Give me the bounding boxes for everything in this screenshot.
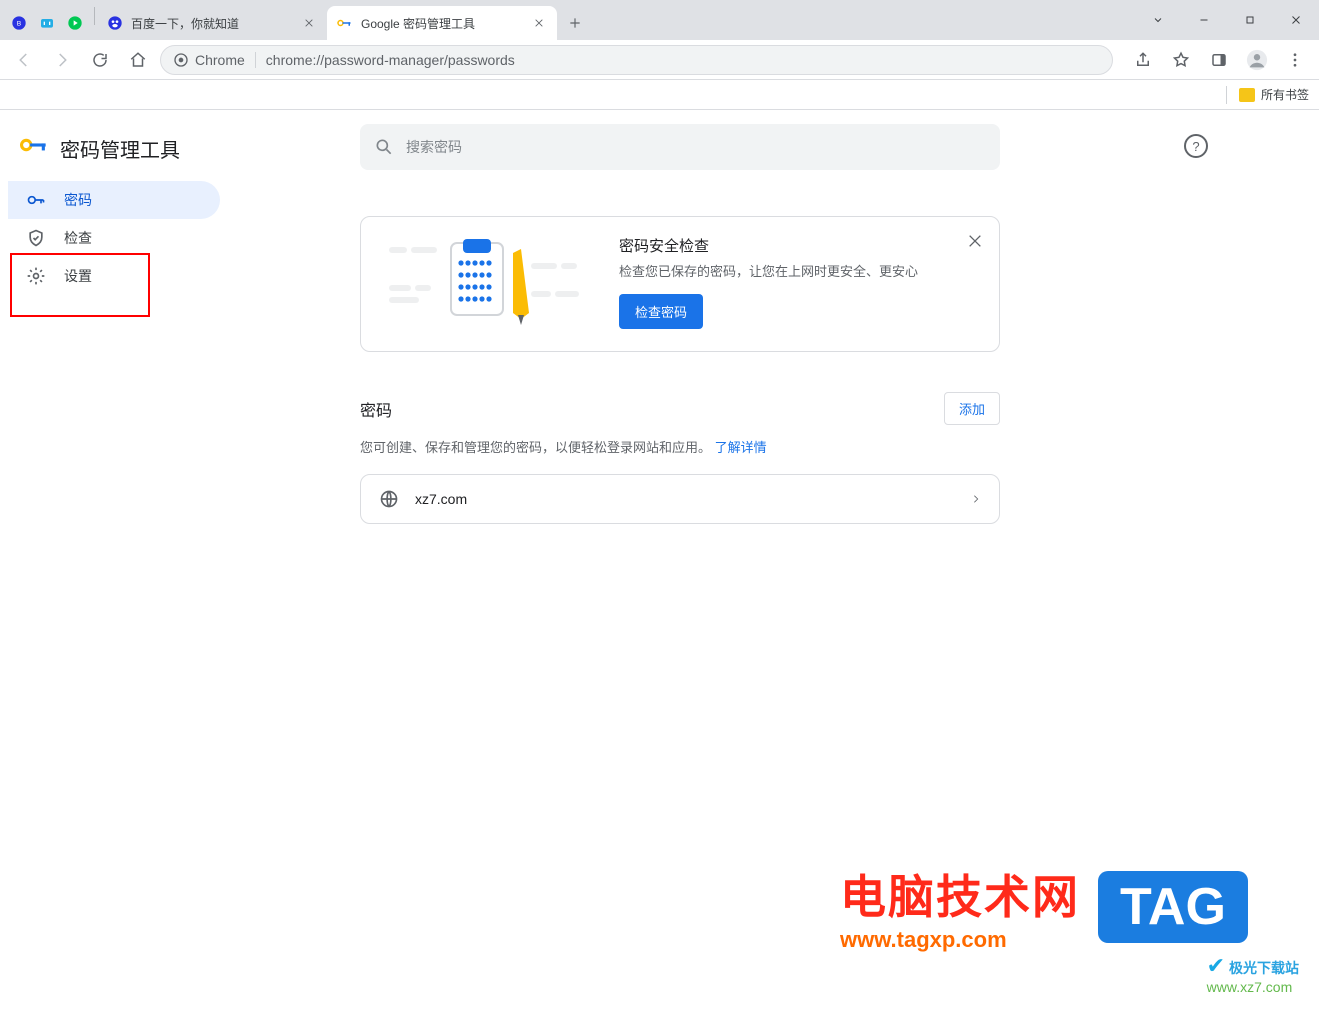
password-row[interactable]: xz7.com [360, 474, 1000, 524]
help-button[interactable]: ? [1184, 134, 1208, 158]
tab-title: 百度一下，你就知道 [131, 15, 293, 32]
app-icon-baidu[interactable]: B [10, 14, 28, 32]
app-icon-bilibili[interactable] [38, 14, 56, 32]
checkup-title: 密码安全检查 [619, 235, 979, 256]
check-passwords-button[interactable]: 检查密码 [619, 294, 703, 329]
address-bar[interactable]: Chrome chrome://password-manager/passwor… [160, 45, 1113, 75]
titlebar-separator [94, 7, 95, 25]
main: ? [260, 110, 1319, 1013]
shield-check-icon [26, 228, 46, 248]
sidebar: 密码管理工具 密码 检查 设置 [0, 110, 260, 1013]
site-info-chip[interactable]: Chrome [173, 52, 245, 68]
window-dropdown-button[interactable] [1135, 4, 1181, 36]
search-wrap: ? [360, 124, 1000, 170]
sidebar-item-label: 密码 [64, 190, 92, 210]
sidebar-item-label: 设置 [64, 266, 92, 286]
watermark-line2: www.tagxp.com [840, 927, 1080, 953]
add-password-button[interactable]: 添加 [944, 392, 1000, 425]
passwords-section-head: 密码 添加 [360, 392, 1000, 425]
watermark-tag: TAG [1098, 871, 1248, 943]
bookmarks-bar: 所有书签 [0, 80, 1319, 110]
password-checkup-card: 密码安全检查 检查您已保存的密码，让您在上网时更安全、更安心 检查密码 [360, 216, 1000, 352]
bookmarks-separator [1226, 86, 1227, 104]
tab-password-manager[interactable]: Google 密码管理工具 [327, 6, 557, 40]
watermark-tagxp: 电脑技术网 www.tagxp.com TAG [840, 861, 1248, 953]
sidebar-item-check[interactable]: 检查 [8, 219, 220, 257]
tab-title: Google 密码管理工具 [361, 15, 523, 32]
tabs: 百度一下，你就知道 Google 密码管理工具 [97, 0, 595, 40]
side-panel-button[interactable] [1203, 44, 1235, 76]
watermark-line1: 电脑技术网 [840, 861, 1080, 927]
card-close-button[interactable] [961, 227, 989, 255]
all-bookmarks-label: 所有书签 [1261, 86, 1309, 103]
sidebar-item-passwords[interactable]: 密码 [8, 181, 220, 219]
key-icon [26, 190, 46, 210]
nav-home-button[interactable] [122, 44, 154, 76]
app-icon-play[interactable] [66, 14, 84, 32]
window-minimize-button[interactable] [1181, 4, 1227, 36]
browser-toolbar: Chrome chrome://password-manager/passwor… [0, 40, 1319, 80]
brand-title: 密码管理工具 [60, 134, 180, 163]
svg-text:B: B [17, 21, 22, 28]
toolbar-actions [1127, 44, 1311, 76]
new-tab-button[interactable] [561, 9, 589, 37]
site-info-label: Chrome [195, 52, 245, 68]
passwords-description: 您可创建、保存和管理您的密码，以便轻松登录网站和应用。 了解详情 [360, 437, 1000, 456]
brand: 密码管理工具 [8, 130, 248, 181]
tab-close-icon[interactable] [301, 15, 317, 31]
nav-forward-button[interactable] [46, 44, 78, 76]
globe-icon [379, 489, 399, 509]
search-input[interactable] [360, 124, 1000, 170]
passwords-desc-text: 您可创建、保存和管理您的密码，以便轻松登录网站和应用。 [360, 440, 711, 455]
chevron-right-icon [971, 494, 981, 504]
profile-button[interactable] [1241, 44, 1273, 76]
page: 密码管理工具 密码 检查 设置 [0, 110, 1319, 1013]
sidebar-item-settings[interactable]: 设置 [8, 257, 220, 295]
window-maximize-button[interactable] [1227, 4, 1273, 36]
omnibox-separator [255, 52, 256, 68]
window-close-button[interactable] [1273, 4, 1319, 36]
tab-close-icon[interactable] [531, 15, 547, 31]
window-controls [1135, 0, 1319, 40]
folder-icon [1239, 88, 1255, 102]
passwords-heading: 密码 [360, 397, 392, 421]
learn-more-link[interactable]: 了解详情 [715, 440, 767, 455]
nav-back-button[interactable] [8, 44, 40, 76]
password-site: xz7.com [415, 491, 955, 507]
baidu-favicon-icon [107, 15, 123, 31]
all-bookmarks-folder[interactable]: 所有书签 [1239, 86, 1309, 103]
overflow-menu-button[interactable] [1279, 44, 1311, 76]
search-icon [374, 137, 394, 157]
browser-tab-strip: B 百度一下，你就知道 Google 密码管理工具 [0, 0, 1319, 40]
url-text: chrome://password-manager/passwords [266, 52, 515, 68]
gear-icon [26, 266, 46, 286]
nav-reload-button[interactable] [84, 44, 116, 76]
watermark-jg2: www.xz7.com [1207, 979, 1293, 995]
sidebar-item-label: 检查 [64, 228, 92, 248]
google-pm-favicon-icon [337, 15, 353, 31]
password-manager-logo-icon [20, 136, 46, 162]
titlebar-app-icons: B [0, 14, 92, 40]
checkup-desc: 检查您已保存的密码，让您在上网时更安全、更安心 [619, 262, 979, 282]
watermark-jg1: 极光下载站 [1229, 960, 1299, 976]
share-button[interactable] [1127, 44, 1159, 76]
watermark-xz7: ✔ 极光下载站 www.xz7.com [1207, 953, 1299, 995]
bookmark-star-button[interactable] [1165, 44, 1197, 76]
tab-baidu[interactable]: 百度一下，你就知道 [97, 6, 327, 40]
checkup-illustration [381, 235, 591, 331]
